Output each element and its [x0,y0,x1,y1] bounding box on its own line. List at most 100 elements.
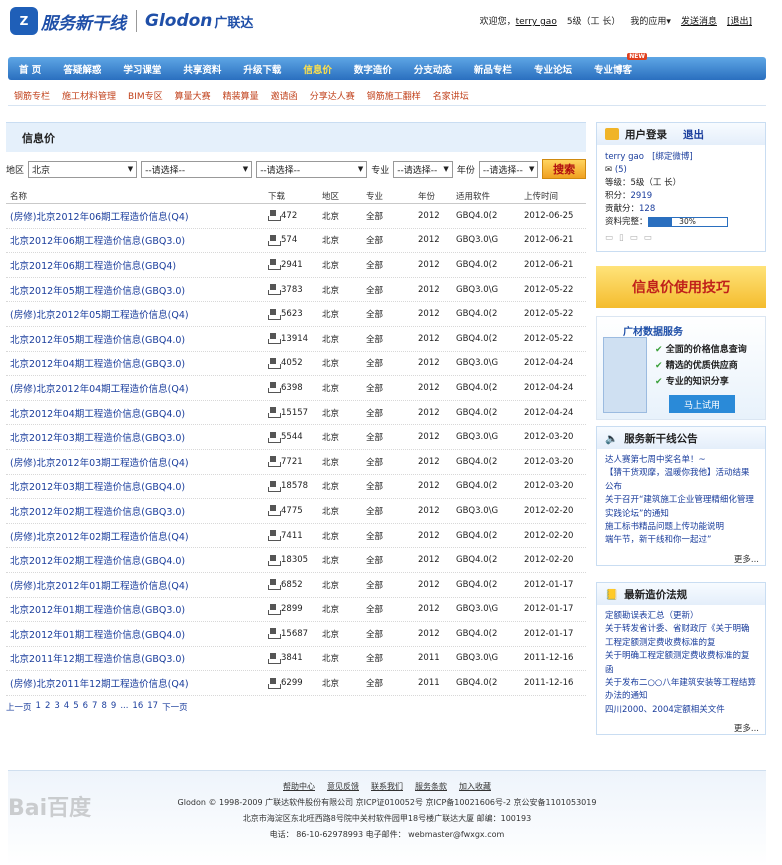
download-cell[interactable]: 4775 [268,505,322,517]
subnav-item[interactable]: 算量大赛 [175,89,211,102]
law-item[interactable]: 关于转发省计委、省财政厅《关于明确工程定额测定费收费标准的复 [605,623,757,650]
mail-icon[interactable]: ✉ [605,165,612,175]
law-item[interactable]: 四川2000、2004定额相关文件 [605,704,757,717]
page-link[interactable]: 上一页 [6,701,32,713]
download-icon[interactable] [268,530,281,542]
download-icon[interactable] [268,456,281,468]
download-icon[interactable] [268,210,281,222]
download-cell[interactable]: 6299 [268,677,322,689]
law-item[interactable]: 定额勘误表汇总（更新） [605,610,757,623]
subnav-item[interactable]: 名家讲坛 [433,89,469,102]
mail-count[interactable]: (5) [615,165,627,175]
row-title-link[interactable]: 北京2011年12期工程造价信息(GBQ3.0) [6,651,268,665]
profession-select[interactable]: --请选择-- ▼ [393,160,453,178]
download-icon[interactable] [268,382,281,394]
search-button[interactable]: 搜索 [542,159,586,179]
points-value[interactable]: 2919 [631,191,653,201]
row-title-link[interactable]: 北京2012年02期工程造价信息(GBQ3.0) [6,504,268,518]
download-cell[interactable]: 15157 [268,407,322,419]
subnav-item[interactable]: 邀请函 [271,89,298,102]
footer-link[interactable]: 服务条款 [415,779,447,795]
download-icon[interactable] [268,259,281,271]
bind-weibo-link[interactable]: [绑定微博] [652,152,693,162]
download-icon[interactable] [268,234,281,246]
subnav-item[interactable]: BIM专区 [128,89,163,102]
nav-item[interactable]: 升级下载 [232,62,292,76]
download-cell[interactable]: 3841 [268,652,322,664]
download-cell[interactable]: 5544 [268,431,322,443]
download-cell[interactable]: 7411 [268,530,322,542]
nav-item[interactable]: 新品专栏 [463,62,523,76]
page-link[interactable]: 16 [132,701,143,713]
page-link[interactable]: 17 [147,701,158,713]
law-more-link[interactable]: 更多... [597,722,765,734]
subnav-item[interactable]: 分享达人赛 [310,89,355,102]
page-link[interactable]: 5 [73,701,78,713]
contrib-value[interactable]: 128 [639,204,655,214]
download-cell[interactable]: 15687 [268,628,322,640]
download-cell[interactable]: 18305 [268,554,322,566]
download-cell[interactable]: 472 [268,210,322,222]
download-icon[interactable] [268,579,281,591]
row-title-link[interactable]: 北京2012年04期工程造价信息(GBQ4.0) [6,406,268,420]
notice-item[interactable]: 端午节，新干线和你一起过” [605,534,757,547]
area-select[interactable]: 北京 ▼ [28,160,138,178]
row-title-link[interactable]: 北京2012年05期工程造价信息(GBQ3.0) [6,283,268,297]
download-icon[interactable] [268,407,281,419]
download-icon[interactable] [268,677,281,689]
subnav-item[interactable]: 钢筋专栏 [14,89,50,102]
notice-item[interactable]: 【猜干货观摩，温暖你我他】活动结果公布 [605,467,757,494]
subnav-item[interactable]: 钢筋施工翻样 [367,89,421,102]
download-icon[interactable] [268,652,281,664]
page-link[interactable]: 2 [45,701,50,713]
nav-item[interactable]: 首 页 [8,62,52,76]
row-title-link[interactable]: 北京2012年01期工程造价信息(GBQ3.0) [6,602,268,616]
nav-item[interactable]: 数字造价 [343,62,403,76]
username-link[interactable]: terry gao [516,17,557,27]
download-cell[interactable]: 6398 [268,382,322,394]
footer-link[interactable]: 意见反馈 [327,779,359,795]
row-title-link[interactable]: (房修)北京2012年06期工程造价信息(Q4) [6,209,268,223]
download-cell[interactable]: 5623 [268,308,322,320]
download-icon[interactable] [268,357,281,369]
nav-item[interactable]: 专业论坛 [523,62,583,76]
nav-item[interactable]: 专业博客 NEW [583,52,647,76]
row-title-link[interactable]: (房修)北京2012年03期工程造价信息(Q4) [6,455,268,469]
row-title-link[interactable]: (房修)北京2012年05期工程造价信息(Q4) [6,307,268,321]
page-link[interactable]: 3 [54,701,59,713]
law-item[interactable]: 关于发布二○○八年建筑安装等工程结算办法的通知 [605,677,757,704]
page-link[interactable]: 7 [92,701,97,713]
download-icon[interactable] [268,554,281,566]
row-title-link[interactable]: 北京2012年03期工程造价信息(GBQ4.0) [6,479,268,493]
subnav-item[interactable]: 施工材料管理 [62,89,116,102]
download-icon[interactable] [268,628,281,640]
download-cell[interactable]: 2899 [268,603,322,615]
law-item[interactable]: 关于明确工程定额测定费收费标准的复函 [605,650,757,677]
subnav-item[interactable]: 精装算量 [223,89,259,102]
download-icon[interactable] [268,333,281,345]
nav-item[interactable]: 答疑解惑 [52,62,112,76]
row-title-link[interactable]: 北京2012年06期工程造价信息(GBQ3.0) [6,233,268,247]
notice-item[interactable]: 施工标书精品问题上传功能说明 [605,521,757,534]
footer-link[interactable]: 加入收藏 [459,779,491,795]
download-icon[interactable] [268,284,281,296]
page-link[interactable]: 8 [101,701,106,713]
download-icon[interactable] [268,505,281,517]
row-title-link[interactable]: 北京2012年05期工程造价信息(GBQ4.0) [6,332,268,346]
row-title-link[interactable]: 北京2012年04期工程造价信息(GBQ3.0) [6,356,268,370]
logout-link[interactable]: [退出] [727,14,752,27]
row-title-link[interactable]: (房修)北京2012年04期工程造价信息(Q4) [6,381,268,395]
download-icon[interactable] [268,603,281,615]
year-select[interactable]: --请选择-- ▼ [478,160,539,178]
download-cell[interactable]: 3783 [268,284,322,296]
download-cell[interactable]: 6852 [268,579,322,591]
download-icon[interactable] [268,431,281,443]
download-cell[interactable]: 7721 [268,456,322,468]
download-cell[interactable]: 18578 [268,480,322,492]
sidebar-logout-link[interactable]: 退出 [683,127,704,142]
notice-item[interactable]: 关于召开“建筑施工企业管理精细化管理实践论坛”的通知 [605,494,757,521]
nav-item[interactable]: 学习课堂 [112,62,172,76]
site-logo[interactable]: Z 服务新干线 Glodon 广联达 [10,7,253,35]
my-app-menu[interactable]: 我的应用▾ [630,14,671,27]
page-link[interactable]: 1 [36,701,41,713]
